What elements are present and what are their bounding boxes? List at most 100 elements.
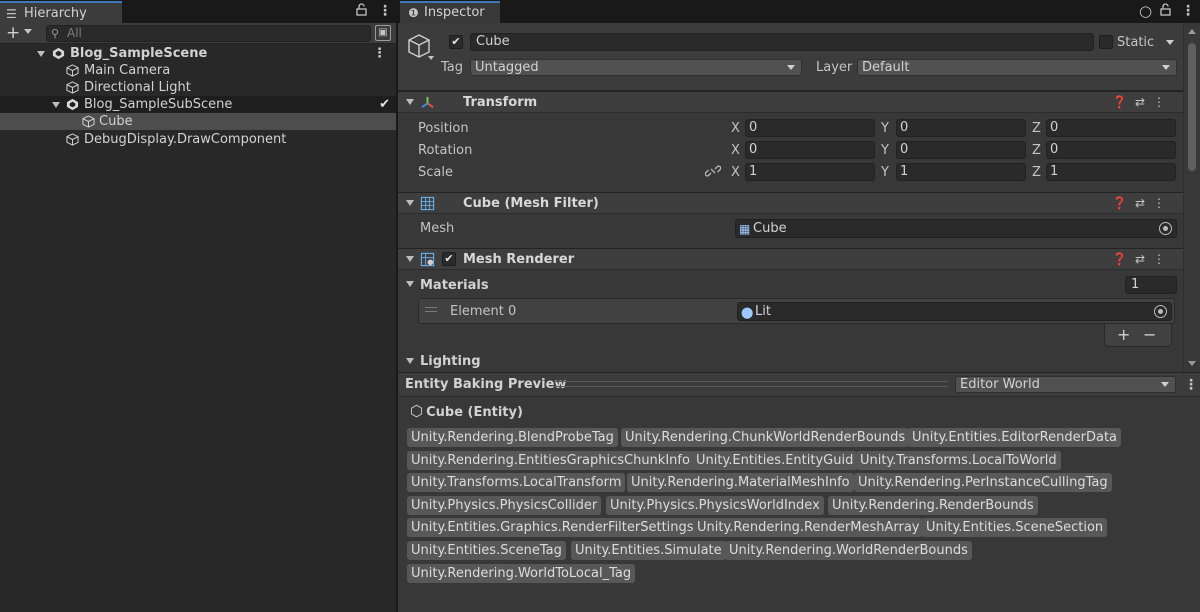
fold-arrow-icon[interactable]	[406, 256, 414, 262]
fold-arrow-icon[interactable]	[406, 200, 414, 206]
help-icon[interactable]: ❓	[1112, 196, 1135, 210]
debug-mode-icon[interactable]: ○	[1139, 3, 1152, 19]
component-tag[interactable]: Unity.Rendering.RenderBounds	[828, 496, 1038, 515]
lighting-label[interactable]: Lighting	[420, 353, 481, 370]
fold-arrow-icon[interactable]	[406, 99, 414, 105]
component-tag[interactable]: Unity.Rendering.WorldToLocal_Tag	[407, 564, 636, 583]
rotation-x-field[interactable]: 0	[745, 141, 875, 159]
checkmark-icon[interactable]: ✔	[379, 96, 390, 113]
object-name-field[interactable]: Cube	[470, 33, 1094, 51]
kebab-menu-icon[interactable]: ⋮	[1153, 196, 1173, 210]
kebab-menu-icon[interactable]: ⋮	[1181, 3, 1195, 19]
chevron-down-icon[interactable]	[1166, 40, 1174, 45]
chevron-down-icon[interactable]	[428, 56, 434, 60]
active-checkbox[interactable]: ✔	[449, 35, 463, 49]
chevron-down-icon[interactable]	[24, 29, 32, 34]
axis-y-label[interactable]: Y	[881, 164, 889, 181]
scroll-up-icon[interactable]	[1188, 29, 1196, 34]
inspector-scrollbar[interactable]	[1183, 23, 1200, 372]
target-icon[interactable]	[1154, 305, 1167, 318]
mesh-filter-header[interactable]: Cube (Mesh Filter) ❓⇄⋮	[398, 192, 1183, 214]
position-y-field[interactable]: 0	[896, 119, 1026, 137]
kebab-menu-icon[interactable]: ⋮	[378, 3, 392, 19]
materials-label[interactable]: Materials	[420, 277, 489, 294]
mesh-object-field[interactable]: ▦ Cube	[735, 219, 1177, 238]
layer-dropdown[interactable]: Default	[857, 59, 1177, 76]
tab-inspector[interactable]: ❶ Inspector	[400, 1, 500, 23]
help-icon[interactable]: ❓	[1112, 95, 1135, 109]
mesh-renderer-enabled-checkbox[interactable]: ✔	[442, 252, 456, 266]
component-tag[interactable]: Unity.Entities.Simulate	[571, 541, 726, 560]
sliders-icon[interactable]: ⇄	[1135, 196, 1153, 210]
transform-header[interactable]: Transform ❓⇄⋮	[398, 91, 1183, 113]
fold-arrow-icon[interactable]	[406, 358, 414, 364]
scale-x-field[interactable]: 1	[745, 163, 875, 181]
drag-bar[interactable]	[554, 381, 948, 387]
axis-z-label[interactable]: Z	[1032, 142, 1041, 159]
materials-count-field[interactable]: 1	[1125, 276, 1177, 294]
remove-element-button[interactable]: −	[1143, 324, 1156, 345]
hierarchy-row-directional-light[interactable]: Directional Light	[0, 79, 396, 96]
component-tag[interactable]: Unity.Rendering.WorldRenderBounds	[725, 541, 972, 560]
sliders-icon[interactable]: ⇄	[1135, 95, 1153, 109]
static-checkbox[interactable]	[1099, 35, 1113, 49]
hierarchy-row-debugdisplay[interactable]: DebugDisplay.DrawComponent	[0, 131, 396, 148]
component-tag[interactable]: Unity.Transforms.LocalTransform	[407, 473, 626, 492]
fold-arrow-icon[interactable]	[406, 281, 414, 287]
drag-handle-icon[interactable]	[425, 307, 437, 308]
axis-z-label[interactable]: Z	[1032, 164, 1041, 181]
hierarchy-row-main-camera[interactable]: Main Camera	[0, 62, 396, 79]
world-dropdown[interactable]: Editor World	[955, 376, 1176, 393]
kebab-menu-icon[interactable]: ⋮	[1153, 95, 1173, 109]
hierarchy-row-scene[interactable]: Blog_SampleScene ⋮	[0, 45, 396, 62]
component-tag[interactable]: Unity.Physics.PhysicsWorldIndex	[606, 496, 824, 515]
scrollbar-thumb[interactable]	[1188, 43, 1196, 171]
search-input[interactable]	[67, 26, 357, 41]
kebab-menu-icon[interactable]: ⋮	[373, 45, 386, 62]
component-tag[interactable]: Unity.Entities.EntityGuid	[692, 451, 858, 470]
add-element-button[interactable]: +	[1117, 324, 1130, 345]
create-button[interactable]: +	[6, 23, 20, 43]
component-tag[interactable]: Unity.Rendering.ChunkWorldRenderBounds	[621, 428, 910, 447]
axis-y-label[interactable]: Y	[881, 142, 889, 159]
component-tag[interactable]: Unity.Entities.EditorRenderData	[908, 428, 1122, 447]
rotation-z-field[interactable]: 0	[1046, 141, 1176, 159]
hierarchy-row-subscene[interactable]: Blog_SampleSubScene ✔	[0, 96, 396, 113]
hierarchy-row-cube[interactable]: Cube	[0, 113, 396, 130]
tab-hierarchy[interactable]: ☰ Hierarchy	[0, 1, 122, 23]
mesh-renderer-header[interactable]: ✔ Mesh Renderer ❓⇄⋮	[398, 248, 1183, 270]
target-icon[interactable]	[1159, 222, 1172, 235]
axis-z-label[interactable]: Z	[1032, 120, 1041, 137]
axis-x-label[interactable]: X	[731, 120, 740, 137]
fold-arrow-icon[interactable]	[37, 51, 45, 57]
axis-y-label[interactable]: Y	[881, 120, 889, 137]
axis-x-label[interactable]: X	[731, 142, 740, 159]
component-tag[interactable]: Unity.Entities.Graphics.RenderFilterSett…	[407, 518, 698, 537]
lock-icon[interactable]	[1160, 3, 1171, 20]
component-tag[interactable]: Unity.Physics.PhysicsCollider	[407, 496, 602, 515]
rotation-y-field[interactable]: 0	[896, 141, 1026, 159]
component-tag[interactable]: Unity.Rendering.MaterialMeshInfo	[627, 473, 854, 492]
scale-z-field[interactable]: 1	[1046, 163, 1176, 181]
kebab-menu-icon[interactable]: ⋮	[1184, 377, 1198, 393]
kebab-menu-icon[interactable]: ⋮	[1153, 252, 1173, 266]
component-tag[interactable]: Unity.Rendering.BlendProbeTag	[407, 428, 618, 447]
component-tag[interactable]: Unity.Entities.SceneTag	[407, 541, 566, 560]
component-tag[interactable]: Unity.Entities.SceneSection	[922, 518, 1108, 537]
scene-visibility-icon[interactable]: ▣	[375, 25, 391, 41]
position-z-field[interactable]: 0	[1046, 119, 1176, 137]
tag-dropdown[interactable]: Untagged	[470, 59, 802, 76]
link-icon[interactable]	[704, 163, 722, 183]
scale-y-field[interactable]: 1	[896, 163, 1026, 181]
component-tag[interactable]: Unity.Rendering.PerInstanceCullingTag	[854, 473, 1112, 492]
help-icon[interactable]: ❓	[1112, 252, 1135, 266]
fold-arrow-icon[interactable]	[52, 102, 60, 108]
material-object-field[interactable]: ⬤ Lit	[737, 302, 1172, 321]
axis-x-label[interactable]: X	[731, 164, 740, 181]
component-tag[interactable]: Unity.Rendering.RenderMeshArray	[693, 518, 924, 537]
position-x-field[interactable]: 0	[745, 119, 875, 137]
component-tag[interactable]: Unity.Transforms.LocalToWorld	[856, 451, 1061, 470]
scroll-down-icon[interactable]	[1188, 361, 1196, 366]
sliders-icon[interactable]: ⇄	[1135, 252, 1153, 266]
lock-icon[interactable]	[356, 3, 367, 20]
